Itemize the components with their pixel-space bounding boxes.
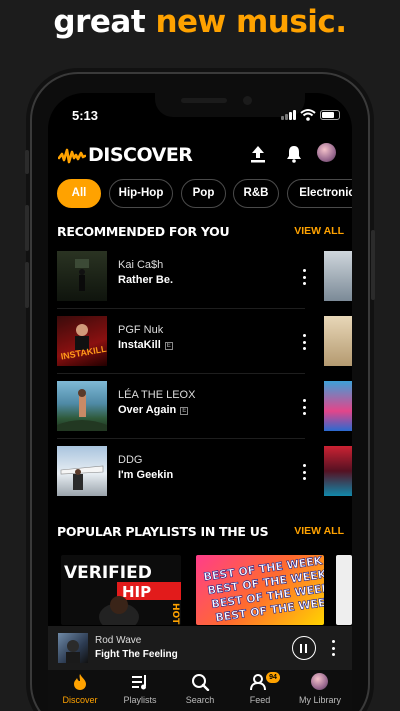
recommended-section-header: RECOMMENDED FOR YOU VIEW ALL <box>57 224 344 240</box>
explicit-badge: E <box>180 407 189 415</box>
playlist-card-partial[interactable] <box>336 555 352 625</box>
track-title: I'm Geekin <box>118 469 174 481</box>
headline-word-new-music: new music. <box>155 4 347 40</box>
track-title: Over Again E <box>118 404 189 416</box>
recommended-view-all-link[interactable]: VIEW ALL <box>294 225 344 237</box>
track-row[interactable]: INSTAKILL PGF Nuk InstaKill E <box>57 316 307 368</box>
tab-label: My Library <box>298 695 341 705</box>
tab-label: Search <box>185 695 215 705</box>
audiomack-logo-icon <box>58 148 86 164</box>
more-options-icon[interactable] <box>301 269 307 285</box>
now-playing-artwork <box>58 633 88 663</box>
next-page-artwork[interactable] <box>324 316 352 366</box>
tab-label: Playlists <box>123 695 157 705</box>
chip-pop[interactable]: Pop <box>181 179 226 208</box>
playlist-cover-text: HIP <box>122 583 151 601</box>
app-screen: 5:13 DISCOVER All Hip-Hop Pop R&B Electr… <box>48 93 352 711</box>
track-title-text: Over Again <box>118 404 177 416</box>
mini-player[interactable]: Rod Wave Fight The Feeling <box>48 626 352 670</box>
playlist-icon <box>132 675 146 690</box>
playlist-card-verified-hip-hop[interactable]: VERIFIED HIP HOT <box>61 555 181 625</box>
phone-side-button <box>25 262 29 308</box>
more-options-icon[interactable] <box>301 334 307 350</box>
tab-search[interactable]: Search <box>170 670 230 711</box>
notification-bell-icon[interactable] <box>286 145 302 163</box>
chip-rnb[interactable]: R&B <box>233 179 279 208</box>
track-row[interactable]: LÉA THE LEOX Over Again E <box>57 381 307 433</box>
row-divider <box>57 308 305 309</box>
track-artwork <box>57 446 107 496</box>
avatar-icon <box>311 673 328 690</box>
phone-side-button <box>25 205 29 251</box>
player-more-options-icon[interactable] <box>331 640 335 656</box>
upload-icon[interactable] <box>250 145 266 163</box>
now-playing-title: Fight The Feeling <box>95 649 178 660</box>
playlist-card-best-of-the-week[interactable]: BEST OF THE WEEK BEST OF THE WEEK BEST O… <box>196 555 324 625</box>
next-page-artwork[interactable] <box>324 251 352 301</box>
pause-button[interactable] <box>292 636 316 660</box>
now-playing-artist: Rod Wave <box>95 635 142 646</box>
playlist-cover-text: VERIFIED <box>64 563 152 583</box>
track-title: InstaKill E <box>118 339 173 351</box>
track-artist: Kai Ca$h <box>118 259 164 271</box>
track-artwork: INSTAKILL <box>57 316 107 366</box>
top-bar: DISCOVER <box>48 141 352 171</box>
headline-word-great: great <box>53 4 146 40</box>
tab-discover[interactable]: Discover <box>50 670 110 711</box>
phone-side-button <box>371 230 375 300</box>
tab-label: Feed <box>249 695 271 705</box>
chip-hip-hop[interactable]: Hip-Hop <box>109 179 173 208</box>
bottom-tab-bar: Discover Playlists Search 94 Feed My Lib… <box>48 670 352 711</box>
status-time: 5:13 <box>72 108 99 123</box>
playlist-cover-side-text: HOT <box>170 603 180 625</box>
next-page-artwork[interactable] <box>324 446 352 496</box>
track-title-text: InstaKill <box>118 339 161 351</box>
search-icon <box>192 674 210 691</box>
promo-headline: great new music. <box>0 4 400 40</box>
battery-icon <box>320 110 340 120</box>
playlists-title: POPULAR PLAYLISTS IN THE US <box>57 524 269 539</box>
track-artwork <box>57 251 107 301</box>
chip-all[interactable]: All <box>57 179 101 208</box>
chip-electronic[interactable]: Electronic <box>287 179 352 208</box>
status-bar: 5:13 <box>48 107 352 125</box>
feed-notification-badge: 94 <box>266 672 280 683</box>
track-title: Rather Be. <box>118 274 174 286</box>
more-options-icon[interactable] <box>301 399 307 415</box>
track-artwork <box>57 381 107 431</box>
profile-avatar[interactable] <box>317 143 336 162</box>
track-row[interactable]: DDG I'm Geekin <box>57 446 307 498</box>
phone-side-button <box>25 150 29 174</box>
track-artist: LÉA THE LEOX <box>118 389 196 401</box>
track-artist: PGF Nuk <box>118 324 164 336</box>
more-options-icon[interactable] <box>301 464 307 480</box>
track-row[interactable]: Kai Ca$h Rather Be. <box>57 251 307 303</box>
tab-playlists[interactable]: Playlists <box>110 670 170 711</box>
cellular-signal-icon <box>281 110 296 120</box>
tab-my-library[interactable]: My Library <box>290 670 350 711</box>
explicit-badge: E <box>164 342 173 350</box>
tab-label: Discover <box>62 695 98 705</box>
tab-feed[interactable]: 94 Feed <box>230 670 290 711</box>
genre-filter-chips: All Hip-Hop Pop R&B Electronic <box>57 179 352 209</box>
playlists-section-header: POPULAR PLAYLISTS IN THE US VIEW ALL <box>57 524 344 540</box>
track-artist: DDG <box>118 454 143 466</box>
next-page-artwork[interactable] <box>324 381 352 431</box>
playlists-view-all-link[interactable]: VIEW ALL <box>294 525 344 537</box>
row-divider <box>57 373 305 374</box>
flame-icon <box>74 674 86 690</box>
recommended-title: RECOMMENDED FOR YOU <box>57 224 230 239</box>
row-divider <box>57 438 305 439</box>
wifi-icon <box>300 109 316 121</box>
page-title: DISCOVER <box>88 144 193 166</box>
